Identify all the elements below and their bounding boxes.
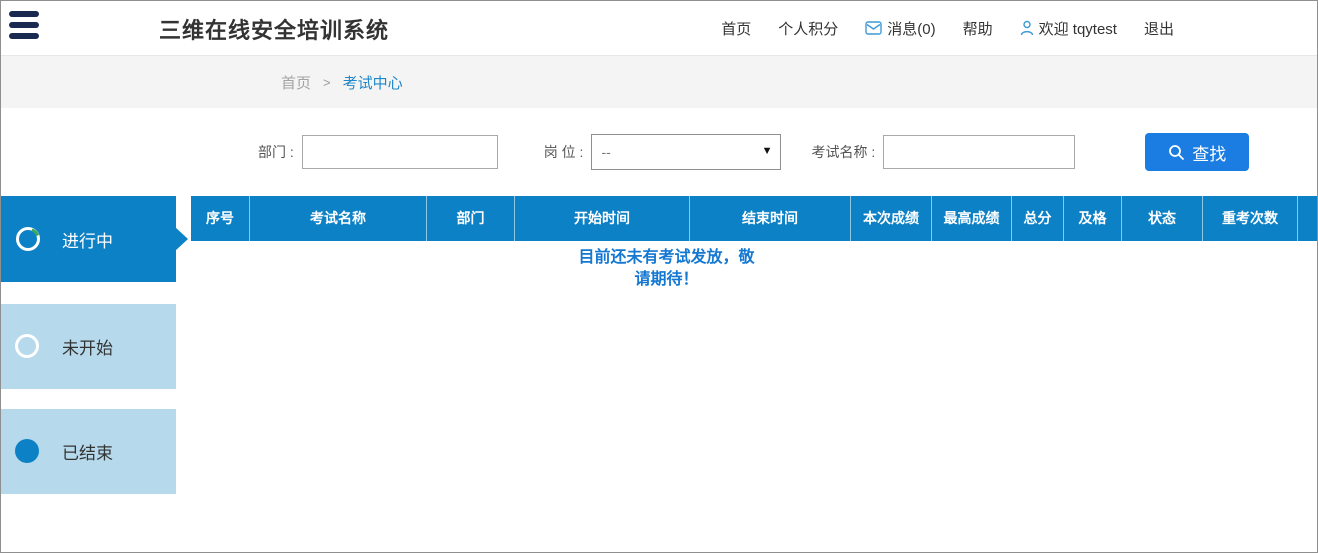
breadcrumb: 首页 > 考试中心 [281, 72, 403, 93]
post-select[interactable]: -- ▼ [591, 134, 781, 170]
department-input[interactable] [302, 135, 498, 169]
sidebar-item-in-progress[interactable]: 进行中 [1, 196, 176, 282]
col-status: 状态 [1121, 196, 1202, 241]
app-title: 三维在线安全培训系统 [159, 13, 389, 45]
exam-name-input[interactable] [883, 135, 1075, 169]
col-department: 部门 [426, 196, 514, 241]
hamburger-menu-icon[interactable] [9, 10, 43, 44]
search-icon [1168, 144, 1185, 161]
col-best-score: 最高成绩 [931, 196, 1011, 241]
col-total-score: 总分 [1011, 196, 1063, 241]
col-spacer [1297, 196, 1318, 241]
nav-help[interactable]: 帮助 [963, 18, 993, 39]
sidebar-item-not-started[interactable]: 未开始 [1, 304, 176, 389]
nav-messages[interactable]: 消息(0) [865, 18, 935, 39]
breadcrumb-current[interactable]: 考试中心 [343, 72, 403, 93]
exam-center-page: 三维在线安全培训系统 首页 个人积分 消息(0) 帮助 [0, 0, 1318, 553]
top-header: 三维在线安全培训系统 首页 个人积分 消息(0) 帮助 [1, 1, 1317, 55]
breadcrumb-bar: 首页 > 考试中心 [1, 55, 1317, 108]
search-button[interactable]: 查找 [1145, 133, 1249, 171]
col-index: 序号 [191, 196, 249, 241]
breadcrumb-home[interactable]: 首页 [281, 72, 311, 93]
hollow-circle-icon [15, 334, 41, 360]
sidebar-item-finished[interactable]: 已结束 [1, 409, 176, 494]
progress-ring-icon [15, 226, 41, 252]
nav-home[interactable]: 首页 [721, 18, 751, 39]
top-navigation: 首页 个人积分 消息(0) 帮助 [721, 1, 1174, 55]
col-retake-count: 重考次数 [1202, 196, 1297, 241]
message-envelope-icon [865, 21, 882, 35]
chevron-down-icon: ▼ [762, 145, 773, 157]
col-end-time: 结束时间 [689, 196, 850, 241]
empty-state-message: 目前还未有考试发放，敬 请期待！ [569, 247, 764, 291]
col-pass: 及格 [1063, 196, 1121, 241]
exam-table: 序号 考试名称 部门 开始时间 结束时间 本次成绩 最高成绩 总分 及格 状态 … [191, 196, 1318, 553]
post-label: 岗 位 : [544, 142, 584, 162]
col-exam-name: 考试名称 [249, 196, 426, 241]
exam-name-label: 考试名称 : [811, 142, 875, 162]
col-current-score: 本次成绩 [850, 196, 931, 241]
nav-logout[interactable]: 退出 [1144, 18, 1174, 39]
filled-circle-icon [15, 439, 41, 465]
main-content: 进行中 未开始 已结束 序号 考试名称 部门 开始时间 结束时间 本次成绩 最高… [1, 196, 1317, 553]
user-icon [1020, 20, 1034, 36]
post-select-value: -- [601, 144, 610, 160]
col-start-time: 开始时间 [514, 196, 689, 241]
nav-welcome-user[interactable]: 欢迎 tqytest [1020, 18, 1117, 39]
department-label: 部门 : [258, 142, 294, 162]
search-filter-bar: 部门 : 岗 位 : -- ▼ 考试名称 : 查找 [1, 108, 1317, 196]
breadcrumb-separator-icon: > [323, 75, 331, 90]
exam-table-header: 序号 考试名称 部门 开始时间 结束时间 本次成绩 最高成绩 总分 及格 状态 … [191, 196, 1318, 241]
nav-personal-points[interactable]: 个人积分 [778, 18, 838, 39]
exam-status-sidebar: 进行中 未开始 已结束 [1, 196, 176, 494]
exam-table-body: 目前还未有考试发放，敬 请期待！ [191, 241, 1318, 553]
